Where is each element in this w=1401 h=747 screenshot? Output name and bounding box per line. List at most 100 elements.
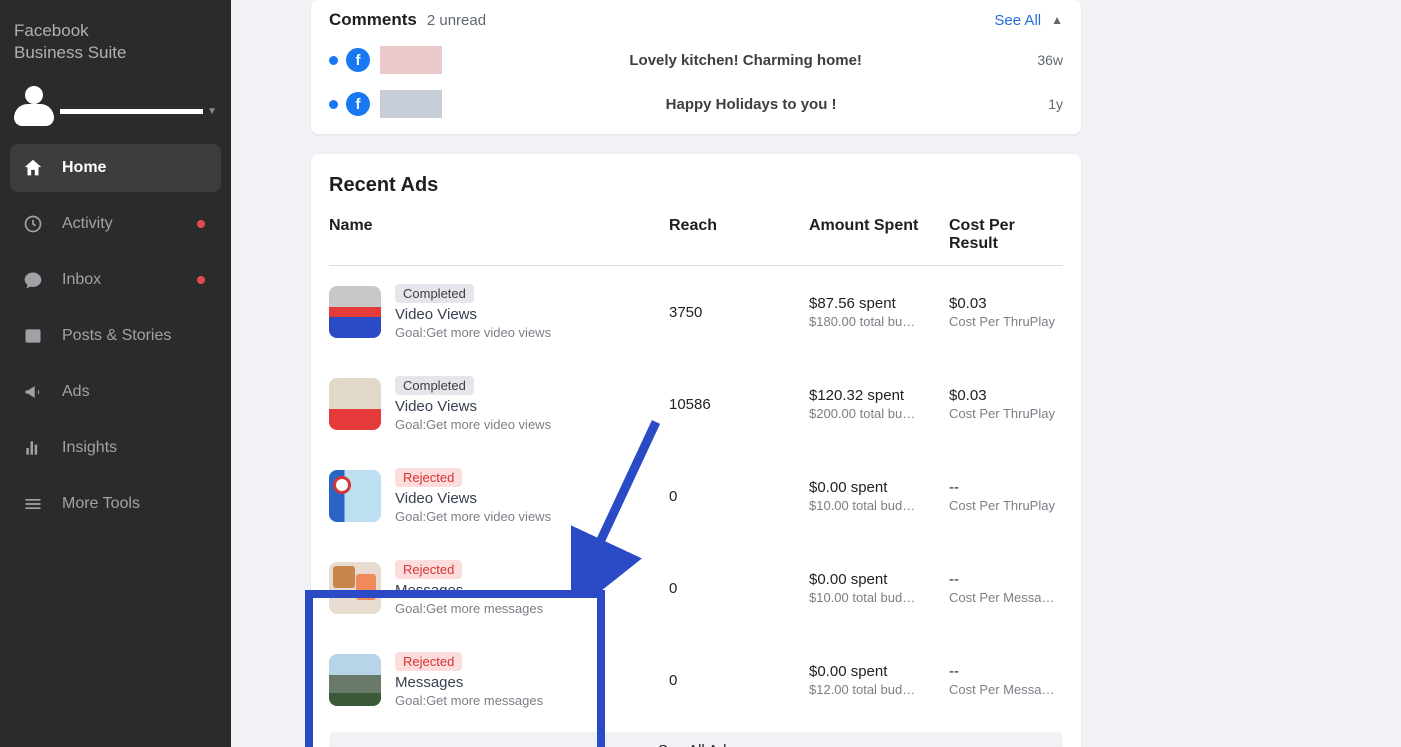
nav-posts[interactable]: Posts & Stories	[10, 312, 221, 360]
ad-status-badge: Rejected	[395, 560, 462, 579]
nav-more-tools[interactable]: More Tools	[10, 480, 221, 528]
ad-cost-cell: --Cost Per Messag…	[949, 571, 1063, 605]
ad-thumbnail	[329, 378, 381, 430]
col-reach: Reach	[669, 217, 809, 253]
ad-goal: Goal:Get more video views	[395, 509, 669, 524]
ad-goal: Goal:Get more messages	[395, 693, 669, 708]
recent-ads-card: Recent Ads Name Reach Amount Spent Cost …	[311, 154, 1081, 747]
ad-budget: $10.00 total bud…	[809, 498, 919, 513]
ad-name-cell: Rejected Messages Goal:Get more messages	[395, 560, 669, 616]
brand: Facebook Business Suite	[0, 0, 231, 80]
unread-dot	[329, 100, 338, 109]
comments-header: Comments 2 unread See All ▲	[311, 0, 1081, 38]
notification-dot	[197, 220, 205, 228]
ad-cost-sub: Cost Per ThruPlay	[949, 406, 1059, 421]
avatar-icon	[14, 86, 54, 126]
ad-reach: 3750	[669, 304, 809, 321]
ad-spent-cell: $87.56 spent $180.00 total bu…	[809, 295, 949, 329]
ad-spent-cell: $0.00 spent $10.00 total bud…	[809, 479, 949, 513]
comment-thumb	[380, 46, 442, 74]
ad-row[interactable]: Rejected Messages Goal:Get more messages0$…	[329, 542, 1063, 634]
ad-status-badge: Rejected	[395, 652, 462, 671]
ad-cost-cell: $0.03Cost Per ThruPlay	[949, 387, 1063, 421]
ad-budget: $180.00 total bu…	[809, 314, 919, 329]
ad-thumbnail	[329, 470, 381, 522]
chart-icon	[22, 437, 44, 459]
ad-goal: Goal:Get more messages	[395, 601, 669, 616]
notification-dot	[197, 276, 205, 284]
ad-status-badge: Completed	[395, 376, 474, 395]
caret-down-icon: ▼	[207, 106, 217, 117]
hamburger-icon	[22, 493, 44, 515]
col-name: Name	[329, 217, 669, 253]
ad-type: Video Views	[395, 398, 669, 415]
nav-activity-label: Activity	[62, 215, 113, 233]
main-content: Comments 2 unread See All ▲ f Lovely kit…	[231, 0, 1401, 747]
ad-name-cell: Completed Video Views Goal:Get more video …	[395, 284, 669, 340]
nav: Home Activity Inbox Posts & Stories Ads …	[0, 144, 231, 536]
comment-row[interactable]: f Lovely kitchen! Charming home! 36w	[311, 38, 1081, 82]
chevron-up-icon[interactable]: ▲	[1051, 13, 1063, 27]
facebook-icon: f	[346, 92, 370, 116]
col-cost: Cost Per Result	[949, 217, 1063, 253]
nav-insights-label: Insights	[62, 439, 117, 457]
comment-thumb	[380, 90, 442, 118]
ad-reach: 0	[669, 580, 809, 597]
chat-icon	[22, 269, 44, 291]
col-spent: Amount Spent	[809, 217, 949, 253]
ad-cost-sub: Cost Per ThruPlay	[949, 498, 1059, 513]
ad-reach: 10586	[669, 396, 809, 413]
ad-spent: $0.00 spent	[809, 479, 949, 496]
ad-cost-sub: Cost Per Messag…	[949, 590, 1059, 605]
ad-type: Video Views	[395, 306, 669, 323]
brand-line1: Facebook	[14, 20, 217, 42]
nav-inbox-label: Inbox	[62, 271, 101, 289]
ad-type: Messages	[395, 582, 669, 599]
nav-home[interactable]: Home	[10, 144, 221, 192]
ad-cost-cell: $0.03Cost Per ThruPlay	[949, 295, 1063, 329]
ad-budget: $200.00 total bu…	[809, 406, 919, 421]
ad-cost-sub: Cost Per ThruPlay	[949, 314, 1059, 329]
ad-row[interactable]: Completed Video Views Goal:Get more video …	[329, 266, 1063, 358]
ad-budget: $10.00 total bud…	[809, 590, 919, 605]
ad-goal: Goal:Get more video views	[395, 325, 669, 340]
ad-thumbnail	[329, 654, 381, 706]
recent-ads-title: Recent Ads	[329, 174, 1063, 197]
ad-row[interactable]: RejectedVideo ViewsGoal:Get more video v…	[329, 450, 1063, 542]
ad-spent: $0.00 spent	[809, 663, 949, 680]
ad-status-badge: Completed	[395, 284, 474, 303]
nav-ads[interactable]: Ads	[10, 368, 221, 416]
comments-see-all[interactable]: See All	[994, 12, 1041, 29]
posts-icon	[22, 325, 44, 347]
ads-table-header: Name Reach Amount Spent Cost Per Result	[329, 217, 1063, 266]
ad-cost-sub: Cost Per Messag…	[949, 682, 1059, 697]
comment-text: Happy Holidays to you !	[454, 96, 1048, 113]
ad-spent-cell: $120.32 spent$200.00 total bu…	[809, 387, 949, 421]
ad-budget: $12.00 total bud…	[809, 682, 919, 697]
ad-row[interactable]: CompletedVideo ViewsGoal:Get more video …	[329, 358, 1063, 450]
ad-row[interactable]: Rejected Messages Goal:Get more messages0$…	[329, 634, 1063, 726]
nav-posts-label: Posts & Stories	[62, 327, 171, 345]
ad-type: Video Views	[395, 490, 669, 507]
account-switcher[interactable]: ▼	[0, 80, 231, 144]
comment-time: 36w	[1037, 52, 1063, 68]
nav-insights[interactable]: Insights	[10, 424, 221, 472]
ad-thumbnail	[329, 286, 381, 338]
nav-ads-label: Ads	[62, 383, 90, 401]
nav-inbox[interactable]: Inbox	[10, 256, 221, 304]
ad-spent-cell: $0.00 spent$10.00 total bud…	[809, 571, 949, 605]
home-icon	[22, 157, 44, 179]
ad-name-cell: Rejected Messages Goal:Get more messages	[395, 652, 669, 708]
ad-cost: --	[949, 479, 1063, 496]
ad-spent: $87.56 spent	[809, 295, 949, 312]
clock-icon	[22, 213, 44, 235]
comment-time: 1y	[1048, 96, 1063, 112]
sidebar: Facebook Business Suite ▼ Home Activity …	[0, 0, 231, 747]
comment-row[interactable]: f Happy Holidays to you ! 1y	[311, 82, 1081, 134]
ad-type: Messages	[395, 674, 669, 691]
account-name-redacted	[60, 109, 203, 114]
see-all-ads-button[interactable]: See All Ads	[329, 732, 1063, 747]
ad-thumbnail	[329, 562, 381, 614]
nav-activity[interactable]: Activity	[10, 200, 221, 248]
ad-reach: 0	[669, 672, 809, 689]
